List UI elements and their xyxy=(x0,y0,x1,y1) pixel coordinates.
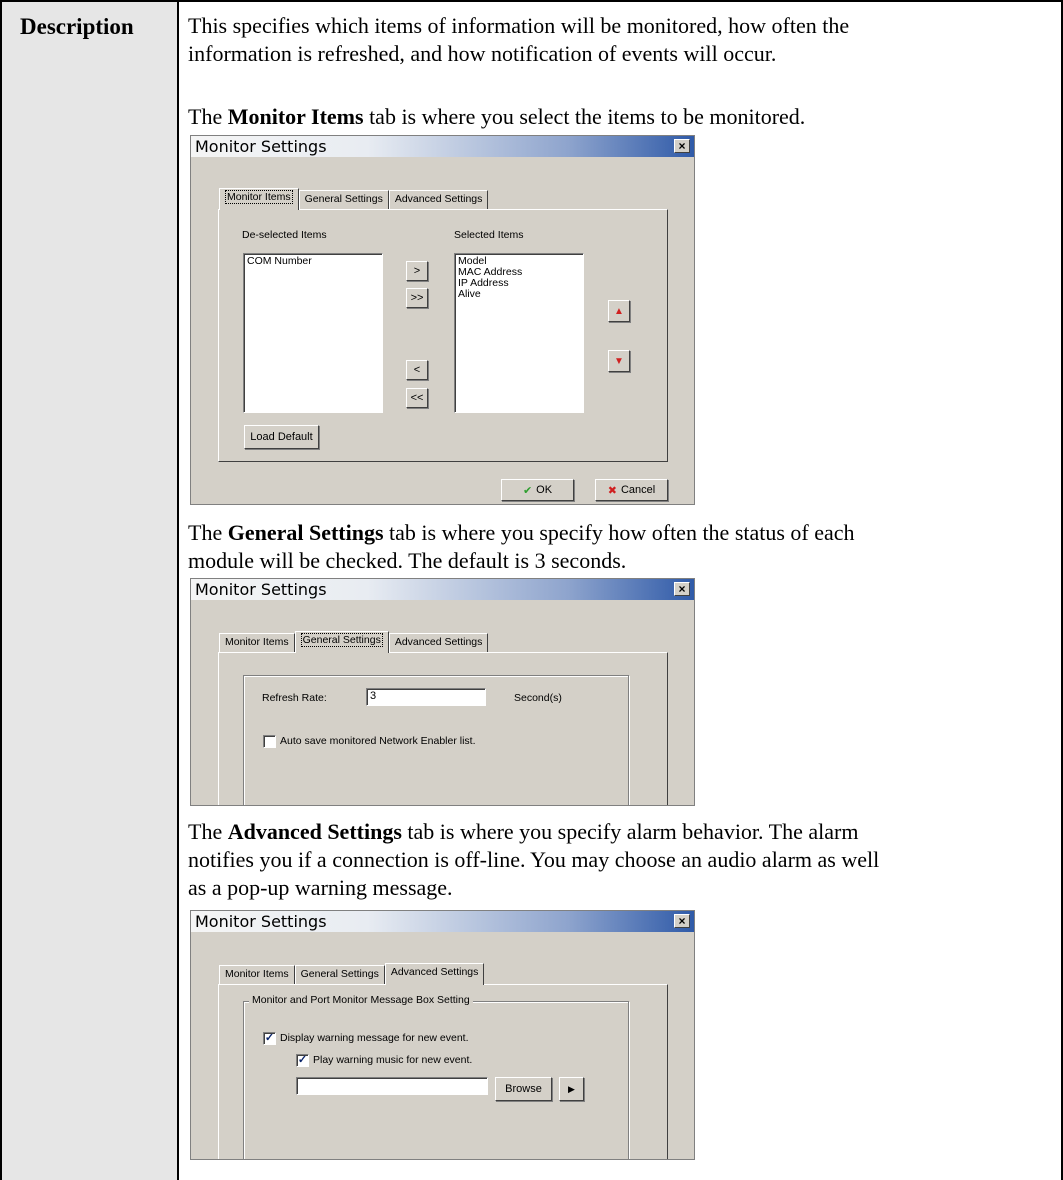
general-settings-paragraph: The General Settings tab is where you sp… xyxy=(188,520,855,573)
dialog-titlebar[interactable]: Monitor Settings × xyxy=(191,911,694,932)
dialog-titlebar[interactable]: Monitor Settings × xyxy=(191,579,694,600)
monitor-items-paragraph: The Monitor Items tab is where you selec… xyxy=(188,104,806,129)
auto-save-checkbox[interactable] xyxy=(263,735,276,748)
general-settings-term: General Settings xyxy=(227,520,384,545)
dialog-title: Monitor Settings xyxy=(195,912,327,931)
tab-general-settings[interactable]: General Settings xyxy=(294,631,389,653)
play-music-checkbox[interactable]: ✓ xyxy=(296,1054,309,1067)
list-item[interactable]: Alive xyxy=(458,289,580,300)
load-default-button[interactable]: Load Default xyxy=(244,425,319,449)
display-warning-checkbox[interactable]: ✓ xyxy=(263,1032,276,1045)
tab-monitor-items[interactable]: Monitor Items xyxy=(219,965,295,984)
selected-items-list[interactable]: Model MAC Address IP Address Alive xyxy=(454,253,584,413)
tab-monitor-items[interactable]: Monitor Items xyxy=(219,633,295,652)
close-icon[interactable]: × xyxy=(674,914,690,928)
ok-button[interactable]: ✔ OK xyxy=(501,479,574,501)
description-content: This specifies which items of informatio… xyxy=(188,12,1048,68)
tab-panel: Monitor and Port Monitor Message Box Set… xyxy=(218,984,668,1159)
move-down-icon[interactable]: ▼ xyxy=(608,350,630,372)
tab-advanced-settings[interactable]: Advanced Settings xyxy=(388,633,489,652)
cancel-button[interactable]: ✖ Cancel xyxy=(595,479,668,501)
cancel-icon: ✖ xyxy=(607,484,617,497)
tab-panel: Refresh Rate: 3 Second(s) Auto save moni… xyxy=(218,652,668,805)
monitor-items-term: Monitor Items xyxy=(227,104,364,129)
check-icon: ✔ xyxy=(522,484,533,497)
deselected-items-label: De-selected Items xyxy=(242,229,327,241)
auto-save-label: Auto save monitored Network Enabler list… xyxy=(280,735,476,747)
group-title: Monitor and Port Monitor Message Box Set… xyxy=(249,994,473,1006)
tab-general-settings[interactable]: General Settings xyxy=(294,965,385,984)
close-icon[interactable]: × xyxy=(674,582,690,596)
dialog-title: Monitor Settings xyxy=(195,580,327,599)
label-column: Description xyxy=(2,2,179,1180)
play-icon[interactable]: ▶ xyxy=(559,1077,584,1101)
move-all-left-button[interactable]: << xyxy=(406,388,428,408)
monitor-settings-dialog-advanced: Monitor Settings × Monitor Items General… xyxy=(190,910,695,1160)
deselected-items-list[interactable]: COM Number xyxy=(243,253,383,413)
dialog-titlebar[interactable]: Monitor Settings × xyxy=(191,136,694,157)
tab-general-settings[interactable]: General Settings xyxy=(298,190,389,209)
advanced-settings-paragraph: The Advanced Settings tab is where you s… xyxy=(188,819,880,900)
monitor-settings-dialog-general: Monitor Settings × Monitor Items General… xyxy=(190,578,695,806)
intro-line-2: information is refreshed, and how notifi… xyxy=(188,41,777,66)
tab-advanced-settings[interactable]: Advanced Settings xyxy=(384,963,485,985)
browse-button[interactable]: Browse xyxy=(495,1077,552,1101)
selected-items-label: Selected Items xyxy=(454,229,524,241)
tab-panel: De-selected Items Selected Items COM Num… xyxy=(218,209,668,462)
close-icon[interactable]: × xyxy=(674,139,690,153)
description-label: Description xyxy=(20,14,134,39)
monitor-settings-dialog-monitor-items: Monitor Settings × Monitor Items General… xyxy=(190,135,695,505)
list-item[interactable]: COM Number xyxy=(247,256,379,267)
tab-monitor-items[interactable]: Monitor Items xyxy=(219,188,299,210)
refresh-rate-label: Refresh Rate: xyxy=(262,692,327,704)
dialog-title: Monitor Settings xyxy=(195,137,327,156)
display-warning-label: Display warning message for new event. xyxy=(280,1032,469,1044)
tab-advanced-settings[interactable]: Advanced Settings xyxy=(388,190,489,209)
refresh-rate-input[interactable]: 3 xyxy=(366,688,486,706)
play-music-label: Play warning music for new event. xyxy=(313,1054,473,1066)
refresh-unit-label: Second(s) xyxy=(514,692,562,704)
move-up-icon[interactable]: ▲ xyxy=(608,300,630,322)
intro-line-1: This specifies which items of informatio… xyxy=(188,13,850,38)
move-all-right-button[interactable]: >> xyxy=(406,288,428,308)
move-left-button[interactable]: < xyxy=(406,360,428,380)
advanced-settings-term: Advanced Settings xyxy=(227,819,402,844)
move-right-button[interactable]: > xyxy=(406,261,428,281)
music-file-input[interactable] xyxy=(296,1077,488,1095)
